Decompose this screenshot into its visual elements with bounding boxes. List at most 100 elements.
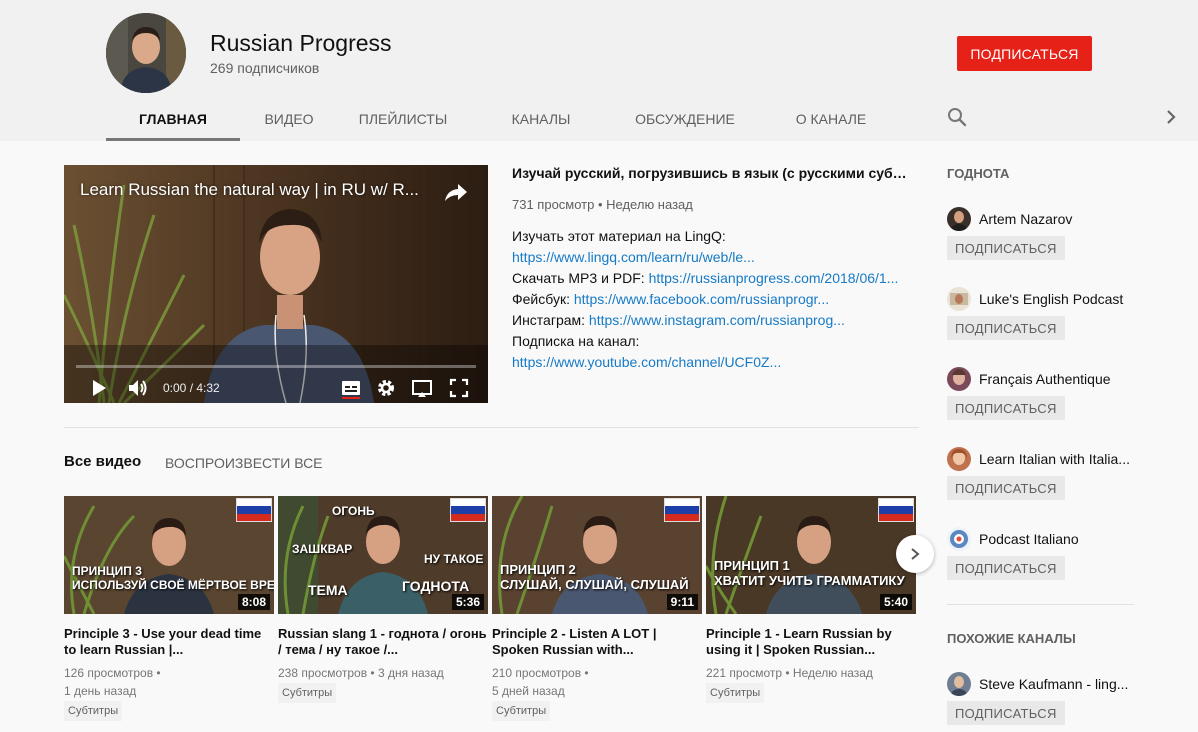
desc-line: Фейсбук: https://www.facebook.com/russia… <box>512 289 910 310</box>
desc-line: Изучать этот материал на LingQ: <box>512 226 910 247</box>
channel-avatar[interactable] <box>106 13 186 93</box>
subtitles-badge: Субтитры <box>278 683 337 703</box>
sidebar-subscribe-button[interactable]: ПОДПИСАТЬСЯ <box>947 316 1065 340</box>
channel-title: Russian Progress <box>210 30 392 56</box>
desc-text: Фейсбук: <box>512 291 574 307</box>
sidebar-subscribe-button[interactable]: ПОДПИСАТЬСЯ <box>947 701 1065 725</box>
video-views: 221 просмотр • Неделю назад <box>706 666 873 680</box>
tab-playlists[interactable]: ПЛЕЙЛИСТЫ <box>338 96 468 141</box>
video-duration: 5:36 <box>451 594 484 610</box>
thumbnail-caption: ХВАТИТ УЧИТЬ ГРАММАТИКУ <box>714 573 905 588</box>
video-views: 210 просмотров • <box>492 666 589 680</box>
featured-video-info: Изучай русский, погрузившись в язык (с р… <box>512 165 912 373</box>
sidebar-channel: Artem Nazarov ПОДПИСАТЬСЯ <box>947 207 1137 267</box>
all-videos-heading[interactable]: Все видео <box>64 453 141 470</box>
carousel-next-button[interactable] <box>896 535 934 573</box>
video-thumbnail[interactable]: ПРИНЦИП 2 СЛУШАЙ, СЛУШАЙ, СЛУШАЙ 9:11 <box>492 496 702 614</box>
video-meta: 221 просмотр • Неделю назад Субтитры <box>706 664 916 703</box>
cast-icon[interactable] <box>411 377 433 399</box>
video-views: 238 просмотров • 3 дня назад <box>278 666 444 680</box>
play-all-button[interactable]: ВОСПРОИЗВЕСТИ ВСЕ <box>165 455 323 471</box>
desc-link-mp3[interactable]: https://russianprogress.com/2018/06/1... <box>649 270 899 286</box>
sidebar-channel-name[interactable]: Steve Kaufmann - ling... <box>979 676 1137 692</box>
video-age: 5 дней назад <box>492 684 565 698</box>
sidebar-subscribe-button[interactable]: ПОДПИСАТЬСЯ <box>947 236 1065 260</box>
video-thumbnail[interactable]: ПРИНЦИП 1 ХВАТИТ УЧИТЬ ГРАММАТИКУ 5:40 <box>706 496 916 614</box>
sidebar-channel-name[interactable]: Français Authentique <box>979 371 1137 387</box>
thumbnail-caption: ТЕМА <box>308 582 348 598</box>
channel-avatar[interactable] <box>947 527 971 551</box>
tab-videos[interactable]: ВИДЕО <box>240 96 338 141</box>
desc-link-instagram[interactable]: https://www.instagram.com/russianprog... <box>589 312 845 328</box>
featured-video-player[interactable]: Learn Russian the natural way | in RU w/… <box>64 165 488 403</box>
video-meta: 126 просмотров • 1 день назад Субтитры <box>64 664 274 721</box>
desc-text: Подписка на канал: <box>512 333 640 349</box>
tab-home[interactable]: ГЛАВНАЯ <box>106 96 240 141</box>
sidebar-subscribe-button[interactable]: ПОДПИСАТЬСЯ <box>947 476 1065 500</box>
channel-avatar[interactable] <box>947 287 971 311</box>
progress-bar[interactable] <box>76 365 476 368</box>
video-thumbnail[interactable]: ОГОНЬ ЗАШКВАР НУ ТАКОЕ ТЕМА ГОДНОТА 5:36 <box>278 496 488 614</box>
desc-line: Инстаграм: https://www.instagram.com/rus… <box>512 310 910 331</box>
video-age: 1 день назад <box>64 684 137 698</box>
featured-video-meta: 731 просмотр • Неделю назад <box>512 197 693 212</box>
desc-line: https://www.lingq.com/learn/ru/web/le... <box>512 247 910 268</box>
related-channels-heading: ПОХОЖИЕ КАНАЛЫ <box>947 631 1076 646</box>
thumbnail-caption: СЛУШАЙ, СЛУШАЙ, СЛУШАЙ <box>500 577 689 592</box>
video-card[interactable]: ОГОНЬ ЗАШКВАР НУ ТАКОЕ ТЕМА ГОДНОТА 5:36… <box>278 496 488 703</box>
gear-icon[interactable] <box>375 377 397 399</box>
video-meta: 238 просмотров • 3 дня назад Субтитры <box>278 664 488 703</box>
desc-link-facebook[interactable]: https://www.facebook.com/russianprogr... <box>574 291 829 307</box>
channel-avatar[interactable] <box>947 207 971 231</box>
russian-flag <box>664 498 700 522</box>
video-card[interactable]: ПРИНЦИП 2 СЛУШАЙ, СЛУШАЙ, СЛУШАЙ 9:11 Pr… <box>492 496 702 721</box>
desc-line: Подписка на канал: <box>512 331 910 352</box>
video-title[interactable]: Principle 2 - Listen A LOT | Spoken Russ… <box>492 626 702 658</box>
video-title[interactable]: Russian slang 1 - годнота / огонь / тема… <box>278 626 488 658</box>
subscribe-button[interactable]: ПОДПИСАТЬСЯ <box>957 36 1092 71</box>
thumbnail-caption: ПРИНЦИП 2 <box>500 562 576 577</box>
desc-line: Скачать MP3 и PDF: https://russianprogre… <box>512 268 910 289</box>
video-thumbnail[interactable]: ПРИНЦИП 3 ИСПОЛЬЗУЙ СВОЁ МЁРТВОЕ ВРЕМЯ 8… <box>64 496 274 614</box>
desc-text: Инстаграм: <box>512 312 589 328</box>
share-icon[interactable] <box>442 179 470 205</box>
chevron-right-icon[interactable] <box>1160 104 1182 130</box>
channel-avatar[interactable] <box>947 672 971 696</box>
desc-link-lingq[interactable]: https://www.lingq.com/learn/ru/web/le... <box>512 249 755 265</box>
video-time: 0:00 / 4:32 <box>163 381 220 395</box>
tab-about[interactable]: О КАНАЛЕ <box>756 96 906 141</box>
volume-icon[interactable] <box>127 377 149 399</box>
thumbnail-caption: ИСПОЛЬЗУЙ СВОЁ МЁРТВОЕ ВРЕМЯ <box>72 578 274 592</box>
thumbnail-caption: ГОДНОТА <box>402 578 470 594</box>
video-title[interactable]: Principle 3 - Use your dead time to lear… <box>64 626 274 658</box>
sidebar-channel-name[interactable]: Artem Nazarov <box>979 211 1137 227</box>
channel-avatar[interactable] <box>947 447 971 471</box>
sidebar-subscribe-button[interactable]: ПОДПИСАТЬСЯ <box>947 556 1065 580</box>
subtitles-badge: Субтитры <box>706 683 765 703</box>
thumbnail-caption: НУ ТАКОЕ <box>424 552 484 566</box>
video-card[interactable]: ПРИНЦИП 3 ИСПОЛЬЗУЙ СВОЁ МЁРТВОЕ ВРЕМЯ 8… <box>64 496 274 721</box>
desc-line: https://www.youtube.com/channel/UCF0Z... <box>512 352 910 373</box>
sidebar-channel-name[interactable]: Learn Italian with Italia... <box>979 451 1137 467</box>
desc-text: Скачать MP3 и PDF: <box>512 270 649 286</box>
chevron-right-icon <box>911 548 920 560</box>
thumbnail-caption: ЗАШКВАР <box>292 542 353 556</box>
sidebar-channel-name[interactable]: Podcast Italiano <box>979 531 1137 547</box>
sidebar-channel-name[interactable]: Luke's English Podcast <box>979 291 1137 307</box>
tab-discussion[interactable]: ОБСУЖДЕНИЕ <box>614 96 756 141</box>
play-icon[interactable] <box>88 377 110 399</box>
video-title[interactable]: Principle 1 - Learn Russian by using it … <box>706 626 916 658</box>
featured-video-title[interactable]: Изучай русский, погрузившись в язык (с р… <box>512 165 910 183</box>
subtitles-badge: Субтитры <box>64 701 123 721</box>
desc-text: Изучать этот материал на LingQ: <box>512 228 726 244</box>
fullscreen-icon[interactable] <box>448 377 470 399</box>
subtitles-icon[interactable] <box>340 377 362 399</box>
russian-flag <box>450 498 486 522</box>
tab-channels[interactable]: КАНАЛЫ <box>468 96 614 141</box>
sidebar-channel: Steve Kaufmann - ling... ПОДПИСАТЬСЯ <box>947 672 1137 732</box>
search-icon[interactable] <box>944 104 970 130</box>
channel-avatar[interactable] <box>947 367 971 391</box>
video-card[interactable]: ПРИНЦИП 1 ХВАТИТ УЧИТЬ ГРАММАТИКУ 5:40 P… <box>706 496 916 703</box>
sidebar-subscribe-button[interactable]: ПОДПИСАТЬСЯ <box>947 396 1065 420</box>
desc-link-youtube[interactable]: https://www.youtube.com/channel/UCF0Z... <box>512 354 781 370</box>
